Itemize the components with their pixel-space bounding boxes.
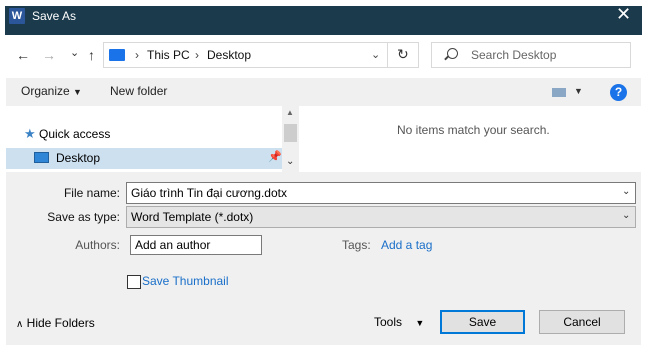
close-button[interactable]: ✕ bbox=[616, 4, 631, 24]
empty-results-message: No items match your search. bbox=[397, 123, 550, 137]
breadcrumb-separator-icon: › bbox=[135, 48, 139, 62]
desktop-label: Desktop bbox=[56, 151, 101, 165]
organize-menu[interactable]: Organize ▼ bbox=[21, 84, 82, 98]
breadcrumb-this-pc[interactable]: This PC bbox=[147, 48, 190, 62]
cancel-button[interactable]: Cancel bbox=[539, 310, 625, 334]
sidebar-item-quick-access[interactable]: ★ Quick access bbox=[24, 126, 110, 142]
organize-dropdown-icon: ▼ bbox=[73, 87, 82, 97]
organize-label: Organize bbox=[21, 84, 70, 98]
new-folder-button[interactable]: New folder bbox=[110, 84, 167, 98]
up-arrow-icon[interactable]: ↑ bbox=[88, 47, 95, 63]
authors-field[interactable]: Add an author bbox=[130, 235, 262, 255]
back-arrow-icon[interactable]: ← bbox=[16, 47, 30, 63]
file-name-label: File name: bbox=[63, 186, 120, 200]
refresh-icon[interactable]: ↻ bbox=[397, 46, 409, 63]
chevron-up-icon: ∧ bbox=[16, 319, 24, 330]
save-button[interactable]: Save bbox=[440, 310, 525, 334]
save-thumbnail-checkbox[interactable] bbox=[127, 275, 141, 289]
view-dropdown-icon[interactable]: ▼ bbox=[574, 86, 583, 96]
tags-label: Tags: bbox=[342, 238, 371, 252]
authors-label: Authors: bbox=[75, 238, 120, 252]
breadcrumb-separator-icon: › bbox=[195, 48, 199, 62]
quick-access-label: Quick access bbox=[39, 127, 111, 141]
add-tag-link[interactable]: Add a tag bbox=[381, 238, 432, 252]
save-as-type-label: Save as type: bbox=[47, 210, 120, 224]
scroll-up-icon[interactable]: ▲ bbox=[286, 108, 294, 117]
window-title: Save As bbox=[32, 9, 77, 23]
hide-folders-label: Hide Folders bbox=[26, 316, 95, 330]
star-icon: ★ bbox=[24, 126, 36, 141]
search-input[interactable]: Search Desktop bbox=[471, 48, 556, 62]
word-app-icon: W bbox=[9, 8, 25, 24]
view-options-icon[interactable] bbox=[552, 88, 566, 97]
desktop-folder-icon bbox=[34, 152, 49, 163]
file-name-field[interactable]: Giáo trình Tin đại cương.dotx bbox=[126, 182, 636, 204]
scrollbar-thumb[interactable] bbox=[284, 124, 297, 142]
help-icon[interactable]: ? bbox=[610, 84, 627, 101]
breadcrumb-desktop[interactable]: Desktop bbox=[207, 48, 251, 62]
save-as-type-dropdown-icon[interactable]: ⌄ bbox=[622, 210, 630, 221]
address-dropdown-chevron-icon[interactable]: ⌄ bbox=[371, 48, 380, 61]
recent-locations-chevron-icon[interactable]: ⌄ bbox=[70, 45, 79, 61]
search-icon bbox=[447, 48, 458, 59]
title-bar bbox=[5, 6, 642, 35]
tools-dropdown-icon: ▼ bbox=[415, 318, 425, 328]
command-toolbar bbox=[6, 78, 641, 106]
save-as-type-select[interactable]: Word Template (*.dotx) bbox=[126, 206, 636, 228]
scroll-down-icon[interactable]: ⌄ bbox=[286, 156, 294, 167]
file-name-dropdown-icon[interactable]: ⌄ bbox=[622, 186, 630, 197]
this-pc-icon bbox=[109, 49, 125, 61]
pin-icon[interactable]: 📌 bbox=[268, 150, 282, 163]
forward-arrow-icon[interactable]: → bbox=[42, 47, 56, 63]
tools-menu[interactable]: Tools ▼ bbox=[374, 315, 424, 329]
hide-folders-button[interactable]: ∧ Hide Folders bbox=[16, 316, 95, 330]
save-thumbnail-label[interactable]: Save Thumbnail bbox=[142, 274, 229, 288]
tools-label: Tools bbox=[374, 315, 403, 329]
